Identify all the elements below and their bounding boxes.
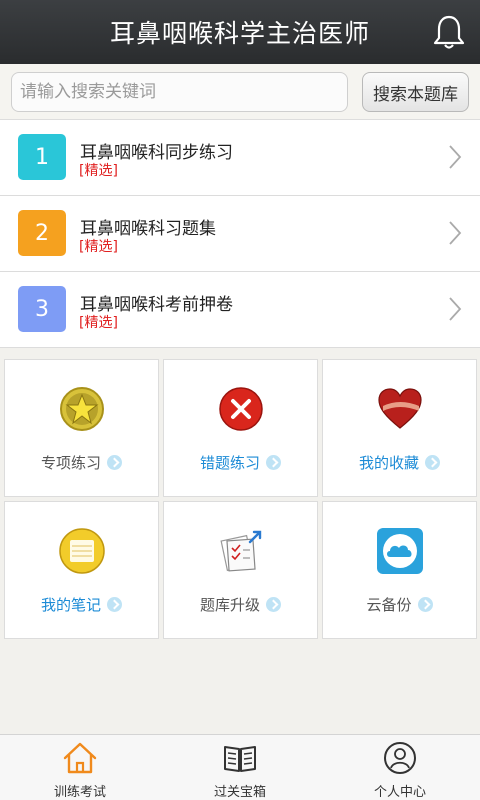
grid-item-notes[interactable]: 我的笔记 xyxy=(4,501,159,639)
arrow-right-icon xyxy=(107,597,122,612)
nav-label: 个人中心 xyxy=(373,785,426,800)
search-button[interactable]: 搜索本题库 xyxy=(362,72,469,112)
grid-item-label: 专项练习 xyxy=(40,454,101,472)
app-header: 耳鼻咽喉科学主治医师 xyxy=(0,0,480,64)
grid-item-label: 我的收藏 xyxy=(358,454,419,472)
grid-item-special-practice[interactable]: 专项练习 xyxy=(4,359,159,497)
arrow-right-icon xyxy=(107,455,122,470)
list-item[interactable]: 1 耳鼻咽喉科同步练习 [精选] xyxy=(0,120,480,196)
chevron-right-icon xyxy=(449,297,462,321)
red-x-icon xyxy=(218,387,263,431)
grid-item-label: 错题练习 xyxy=(199,454,260,472)
list-item[interactable]: 2 耳鼻咽喉科习题集 [精选] xyxy=(0,196,480,272)
grid-item-label-row: 我的收藏 xyxy=(323,452,476,473)
search-bar: 搜索本题库 xyxy=(0,64,480,120)
search-input[interactable] xyxy=(11,72,348,112)
featured-tag: [精选] xyxy=(79,239,118,255)
grid-item-label-row: 云备份 xyxy=(323,594,476,615)
grid-item-label: 云备份 xyxy=(366,596,412,614)
grid-item-label-row: 我的笔记 xyxy=(5,594,158,615)
heart-icon xyxy=(377,388,422,429)
arrow-right-icon xyxy=(266,455,281,470)
number-badge: 3 xyxy=(18,286,66,332)
grid-item-cloud-backup[interactable]: 云备份 xyxy=(322,501,477,639)
arrow-right-icon xyxy=(266,597,281,612)
upgrade-checklist-icon xyxy=(219,530,261,572)
arrow-right-icon xyxy=(425,455,440,470)
grid-item-label: 我的笔记 xyxy=(40,596,101,614)
nav-item-training-exam[interactable]: 训练考试 xyxy=(0,735,160,800)
featured-tag: [精选] xyxy=(79,163,118,179)
home-icon xyxy=(63,742,97,774)
star-badge-icon xyxy=(59,387,104,431)
grid-item-label: 题库升级 xyxy=(199,596,260,614)
user-icon xyxy=(384,742,416,774)
nav-label: 过关宝箱 xyxy=(213,785,266,800)
grid-item-wrong-practice[interactable]: 错题练习 xyxy=(163,359,318,497)
notepad-icon xyxy=(58,528,105,574)
number-badge: 2 xyxy=(18,210,66,256)
chevron-right-icon xyxy=(449,221,462,245)
page-title: 耳鼻咽喉科学主治医师 xyxy=(109,19,370,48)
grid-item-bank-upgrade[interactable]: 题库升级 xyxy=(163,501,318,639)
nav-item-treasure-box[interactable]: 过关宝箱 xyxy=(160,735,320,800)
bottom-nav: 训练考试 过关宝箱 个人中心 xyxy=(0,734,480,800)
arrow-right-icon xyxy=(417,597,433,612)
grid-item-label-row: 专项练习 xyxy=(5,452,158,473)
cloud-icon xyxy=(376,528,423,574)
nav-item-personal-center[interactable]: 个人中心 xyxy=(320,735,480,800)
featured-tag: [精选] xyxy=(79,315,118,331)
bell-icon[interactable] xyxy=(432,14,466,50)
grid-item-favorites[interactable]: 我的收藏 xyxy=(322,359,477,497)
grid-item-label-row: 题库升级 xyxy=(164,594,317,615)
nav-label: 训练考试 xyxy=(53,785,106,800)
chevron-right-icon xyxy=(449,145,462,169)
book-icon xyxy=(224,746,256,772)
number-badge: 1 xyxy=(18,134,66,180)
grid-item-label-row: 错题练习 xyxy=(164,452,317,473)
question-bank-list: 1 耳鼻咽喉科同步练习 [精选] 2 耳鼻咽喉科习题集 [精选] 3 耳鼻咽喉科… xyxy=(0,120,480,348)
list-item[interactable]: 3 耳鼻咽喉科考前押卷 [精选] xyxy=(0,272,480,348)
